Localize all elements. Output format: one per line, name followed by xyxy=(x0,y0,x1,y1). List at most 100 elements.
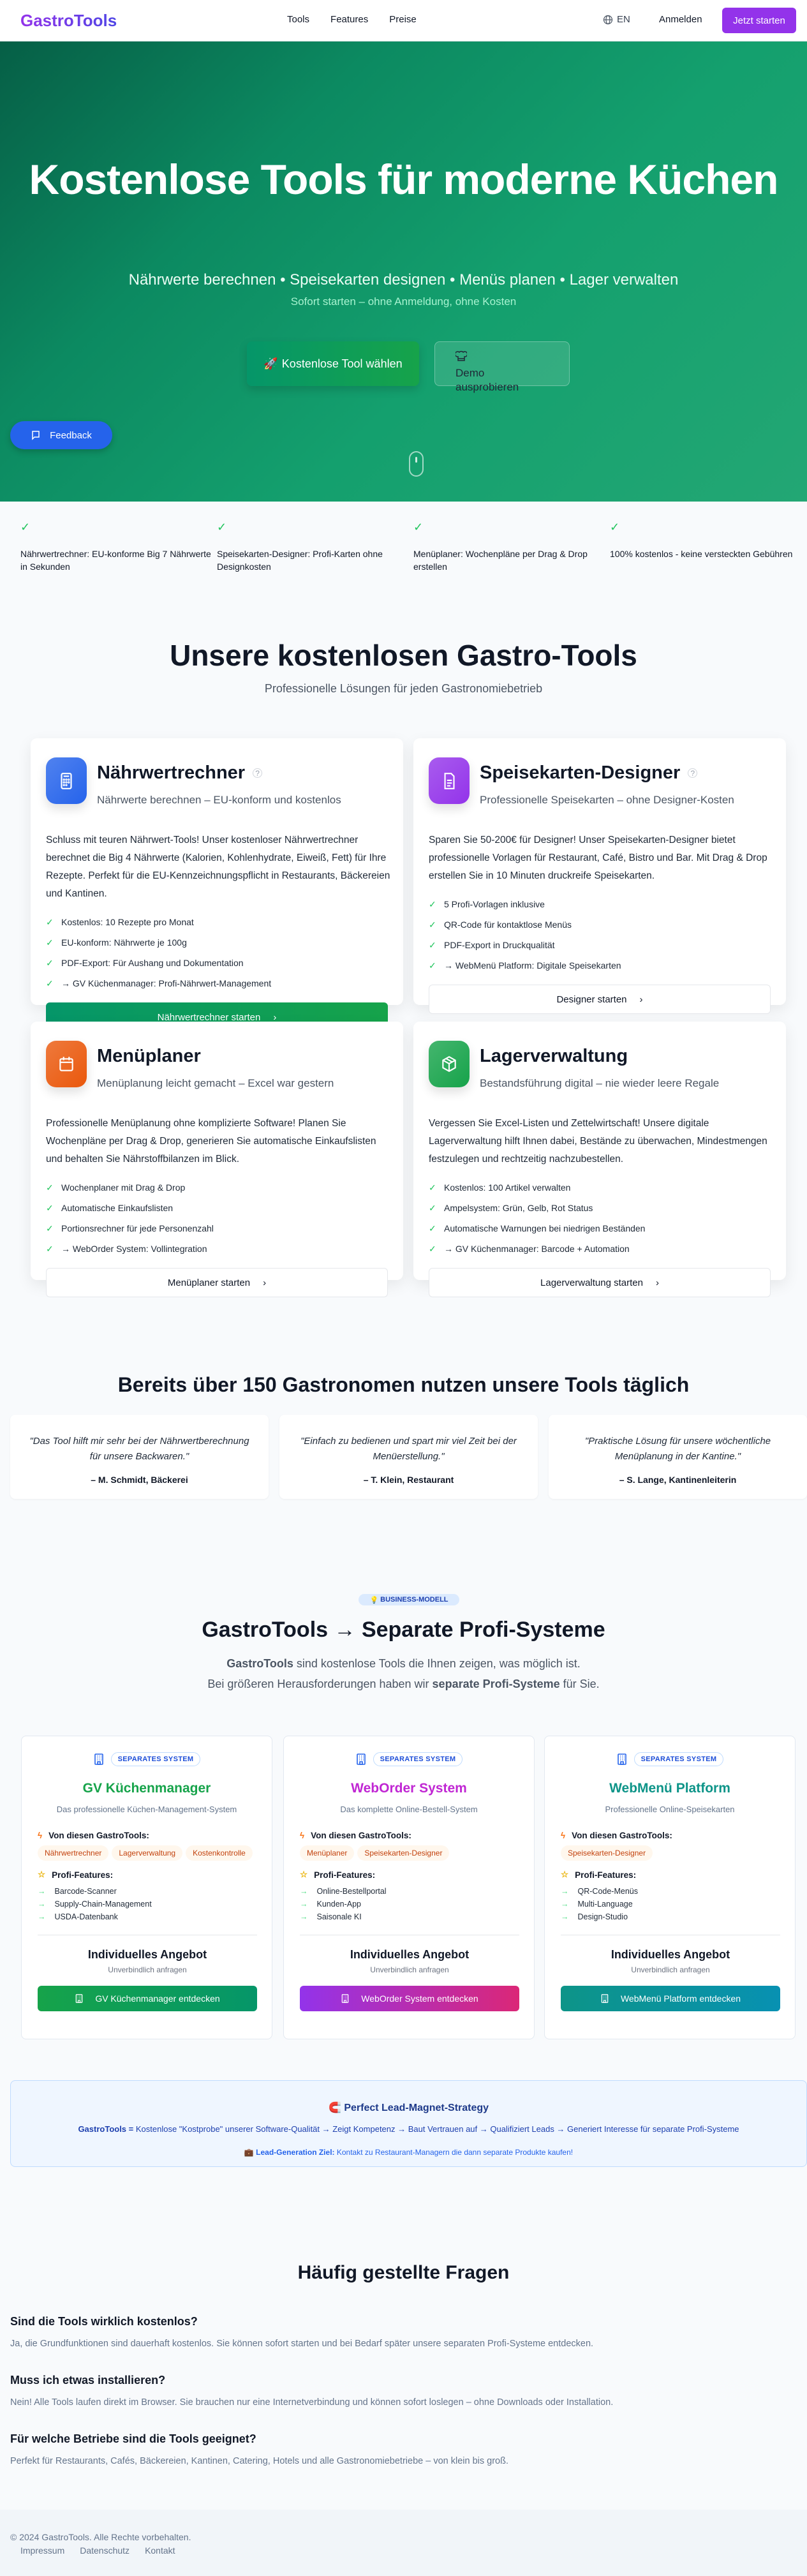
bold-text: GastroTools xyxy=(226,1657,293,1670)
system-card: SEPARATES SYSTEM WebMenü Platform Profes… xyxy=(544,1736,796,2039)
button-label: GV Küchenmanager entdecken xyxy=(95,1993,220,2004)
system-description: Das professionelle Küchen-Management-Sys… xyxy=(56,1805,237,1814)
discover-system-button[interactable]: WebOrder System entdecken xyxy=(300,1986,519,2011)
help-icon[interactable]: ? xyxy=(253,768,263,778)
business-badge-label: BUSINESS-MODELL xyxy=(380,1596,448,1604)
lightning-icon: ϟ xyxy=(300,1831,305,1840)
profi-feature: → Saisonale KI xyxy=(300,1910,519,1923)
start-now-button[interactable]: Jetzt starten xyxy=(722,8,796,33)
business-title: GastroTools → Separate Profi-Systeme xyxy=(202,1618,605,1642)
arrow-right-icon: → xyxy=(38,1900,46,1909)
feature-text: Multi-Language xyxy=(577,1900,633,1909)
package-icon xyxy=(442,1055,456,1072)
footer-link-kontakt[interactable]: Kontakt xyxy=(145,2545,175,2556)
copyright: © 2024 GastroTools. Alle Rechte vorbehal… xyxy=(10,2532,191,2542)
help-icon[interactable]: ? xyxy=(688,768,698,778)
tool-title-text: Nährwertrechner xyxy=(97,763,246,783)
tool-title: Speisekarten-Designer? xyxy=(480,763,698,784)
separate-system-pill: SEPARATES SYSTEM xyxy=(633,1752,724,1766)
profi-feature: → Supply-Chain-Management xyxy=(38,1898,257,1910)
faq-question: Für welche Betriebe sind die Tools geeig… xyxy=(10,2432,256,2445)
language-label: EN xyxy=(617,14,630,25)
check-icon: ✓ xyxy=(46,1223,54,1233)
check-icon: ✓ xyxy=(46,1182,54,1193)
feature-text: → GV Küchenmanager: Barcode + Automation xyxy=(444,1244,630,1254)
profi-features-label: ☆ Profi-Features: xyxy=(38,1870,257,1880)
choose-tool-label: Kostenlose Tool wählen xyxy=(281,357,403,370)
system-name: WebOrder System xyxy=(351,1781,467,1796)
discover-system-button[interactable]: GV Küchenmanager entdecken xyxy=(38,1986,257,2011)
testimonial-quote: "Das Tool hilft mir sehr bei der Nährwer… xyxy=(29,1436,249,1462)
profi-feature: → Multi-Language xyxy=(561,1898,780,1910)
tool-feature-list: ✓ Kostenlos: 100 Artikel verwalten ✓ Ampels… xyxy=(429,1177,645,1259)
hero-note: Sofort starten – ohne Anmeldung, ohne Ko… xyxy=(290,295,517,308)
bold-text: Lead-Generation Ziel: xyxy=(256,2148,335,2157)
tool-subtitle: Bestandsführung digital – nie wieder lee… xyxy=(480,1077,720,1089)
testimonial-author: – M. Schmidt, Bäckerei xyxy=(91,1475,188,1485)
rocket-icon: 🚀 xyxy=(263,357,278,370)
tool-tag: Kostenkontrolle xyxy=(186,1845,253,1861)
scroll-indicator-icon[interactable] xyxy=(409,451,424,477)
lead-magnet-box: 🧲 Perfect Lead-Magnet-Strategy GastroToo… xyxy=(10,2080,807,2167)
demo-button[interactable]: Demo ausprobieren xyxy=(434,341,570,393)
testimonial-quote: "Einfach zu bedienen und spart mir viel … xyxy=(300,1436,517,1462)
text: sind kostenlose Tools die Ihnen zeigen, … xyxy=(293,1657,581,1670)
tool-feature-list: ✓ Wochenplaner mit Drag & Drop ✓ Automatisc… xyxy=(46,1177,214,1259)
button-label: Designer starten xyxy=(556,994,627,1005)
footer-link-datenschutz[interactable]: Datenschutz xyxy=(80,2545,130,2556)
feature-text: Automatische Warnungen bei niedrigen Bes… xyxy=(444,1223,646,1233)
document-icon xyxy=(444,772,455,789)
profi-feature: → Online-Bestellportal xyxy=(300,1885,519,1898)
arrow-right-icon: → xyxy=(38,1912,46,1921)
footer-link-impressum[interactable]: Impressum xyxy=(20,2545,64,2556)
button-label: Lagerverwaltung starten xyxy=(540,1277,643,1288)
testimonial-author: – S. Lange, Kantinenleiterin xyxy=(619,1475,737,1485)
offer-title: Individuelles Angebot xyxy=(611,1948,730,1961)
tool-subtitle: Nährwerte berechnen – EU-konform und kos… xyxy=(97,794,341,806)
profi-features-label: ☆ Profi-Features: xyxy=(300,1870,519,1880)
testimonial-quote: "Praktische Lösung für unsere wöchentlic… xyxy=(584,1436,771,1462)
label-text: Profi-Features: xyxy=(314,1870,376,1880)
feature-text: → GV Küchenmanager: Profi-Nährwert-Manag… xyxy=(61,978,272,988)
feature-item: ✓ EU-konform: Nährwerte je 100g xyxy=(46,932,271,953)
nav-link-preise[interactable]: Preise xyxy=(389,14,417,25)
feature-text: Automatische Einkaufslisten xyxy=(61,1203,174,1213)
choose-tool-button[interactable]: 🚀 Kostenlose Tool wählen xyxy=(247,341,419,386)
tool-start-button[interactable]: Lagerverwaltung starten › xyxy=(429,1268,771,1297)
check-icon: ✓ xyxy=(429,919,436,930)
feature-text: 5 Profi-Vorlagen inklusive xyxy=(444,899,545,909)
tool-subtitle: Menüplanung leicht gemacht – Excel war g… xyxy=(97,1077,334,1089)
text: Kontakt zu Restaurant-Managern die dann … xyxy=(334,2148,574,2157)
tool-start-button[interactable]: Designer starten › xyxy=(429,985,771,1014)
business-badge: 💡 BUSINESS-MODELL xyxy=(359,1594,459,1605)
benefit-item: ✓ Menüplaner: Wochenpläne per Drag & Drop… xyxy=(413,521,605,573)
arrow-right-icon: → xyxy=(38,1887,46,1896)
nav-link-tools[interactable]: Tools xyxy=(287,14,309,25)
language-switch[interactable]: EN xyxy=(603,14,630,25)
tool-title: Lagerverwaltung xyxy=(480,1046,628,1067)
check-icon: ✓ xyxy=(46,957,54,968)
calendar-icon xyxy=(59,1056,73,1071)
feedback-button[interactable]: Feedback xyxy=(10,421,112,449)
logo[interactable]: GastroTools xyxy=(20,11,117,31)
faq-answer: Ja, die Grundfunktionen sind dauerhaft k… xyxy=(10,2339,594,2349)
chevron-right-icon: › xyxy=(655,1277,659,1288)
arrow-right-icon: → xyxy=(300,1912,308,1921)
tool-start-button[interactable]: Menüplaner starten › xyxy=(46,1268,388,1297)
system-name: WebMenü Platform xyxy=(609,1781,730,1796)
profi-feature: → QR-Code-Menüs xyxy=(561,1885,780,1898)
discover-system-button[interactable]: WebMenü Platform entdecken xyxy=(561,1986,780,2011)
faq-question: Sind die Tools wirklich kostenlos? xyxy=(10,2315,198,2328)
nav-link-features[interactable]: Features xyxy=(330,14,368,25)
check-icon: ✓ xyxy=(429,960,436,971)
feature-item: ✓ → GV Küchenmanager: Profi-Nährwert-Mana… xyxy=(46,973,271,994)
label-text: Von diesen GastroTools: xyxy=(48,1831,149,1840)
profi-feature: → Kunden-App xyxy=(300,1898,519,1910)
lead-flow: GastroTools = Kostenlose "Kostprobe" uns… xyxy=(11,2124,806,2134)
bold-text: GastroTools = xyxy=(78,2124,134,2134)
lightning-icon: ϟ xyxy=(38,1831,43,1840)
feature-item: ✓ PDF-Export: Für Aushang und Dokumentati… xyxy=(46,953,271,973)
check-icon: ✓ xyxy=(46,978,54,988)
testimonial-card: "Praktische Lösung für unsere wöchentlic… xyxy=(549,1415,807,1499)
login-link[interactable]: Anmelden xyxy=(659,14,702,25)
